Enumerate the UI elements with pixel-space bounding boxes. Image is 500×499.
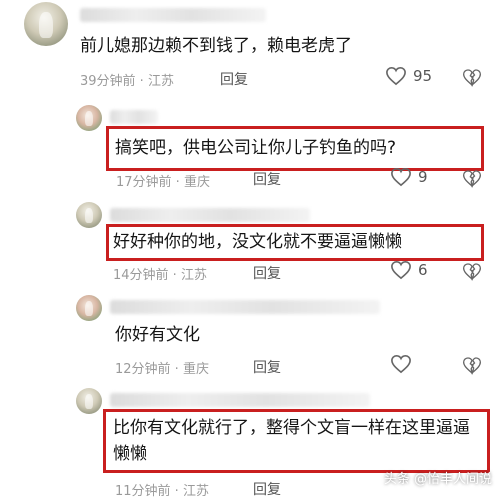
comment-text: 前儿媳那边赖不到钱了，赖电老虎了 [80,36,352,56]
reply-item: 你好有文化 12分钟前 · 重庆 回复 [0,292,500,377]
dislike-button[interactable] [462,68,482,87]
heart-outline-icon [390,260,412,280]
reply-button[interactable]: 回复 [253,263,281,283]
reply-button[interactable]: 回复 [220,69,248,89]
username-blurred [110,208,310,222]
avatar[interactable] [24,2,68,46]
reply-button[interactable]: 回复 [253,169,281,189]
broken-heart-icon [462,169,482,188]
username-blurred [110,393,370,407]
like-count: 6 [418,261,428,279]
reply-item: 搞笑吧，供电公司让你儿子钓鱼的吗? 17分钟前 · 重庆 回复 9 [0,100,500,190]
broken-heart-icon [462,262,482,281]
like-button[interactable] [390,354,418,374]
broken-heart-icon [462,68,482,87]
reply-item: 好好种你的地，没文化就不要逼逼懒懒 14分钟前 · 江苏 回复 6 [0,195,500,290]
comment-text: 比你有文化就行了，整得个文盲一样在这里逼逼懒懒 [113,418,470,464]
avatar[interactable] [76,105,102,131]
like-button[interactable]: 9 [390,167,428,187]
comment-item: 前儿媳那边赖不到钱了，赖电老虎了 39分钟前 · 江苏 回复 95 [0,0,500,95]
comment-meta: 11分钟前 · 江苏 [115,484,209,499]
comment-meta: 39分钟前 · 江苏 [80,74,174,89]
username-blurred [80,8,266,22]
like-count: 95 [413,67,433,85]
avatar[interactable] [76,202,102,228]
comment-text: 搞笑吧，供电公司让你儿子钓鱼的吗? [115,138,397,158]
like-button[interactable]: 6 [390,260,428,280]
dislike-button[interactable] [462,356,482,375]
comment-text: 好好种你的地，没文化就不要逼逼懒懒 [113,232,402,252]
like-button[interactable]: 95 [385,66,432,86]
dislike-button[interactable] [462,262,482,281]
heart-outline-icon [390,354,412,374]
heart-outline-icon [390,167,412,187]
avatar[interactable] [76,388,102,414]
reply-button[interactable]: 回复 [253,357,281,377]
heart-outline-icon [385,66,407,86]
comment-text: 你好有文化 [115,325,200,345]
username-blurred [110,300,380,314]
comment-meta: 12分钟前 · 重庆 [115,362,209,377]
reply-button[interactable]: 回复 [253,479,281,499]
avatar[interactable] [76,295,102,321]
comment-meta: 14分钟前 · 江苏 [113,268,207,283]
broken-heart-icon [462,356,482,375]
dislike-button[interactable] [462,169,482,188]
username-blurred [110,110,158,124]
comment-meta: 17分钟前 · 重庆 [116,175,210,190]
watermark: 头条 @怡丰人间说 [383,472,492,487]
like-count: 9 [418,168,428,186]
